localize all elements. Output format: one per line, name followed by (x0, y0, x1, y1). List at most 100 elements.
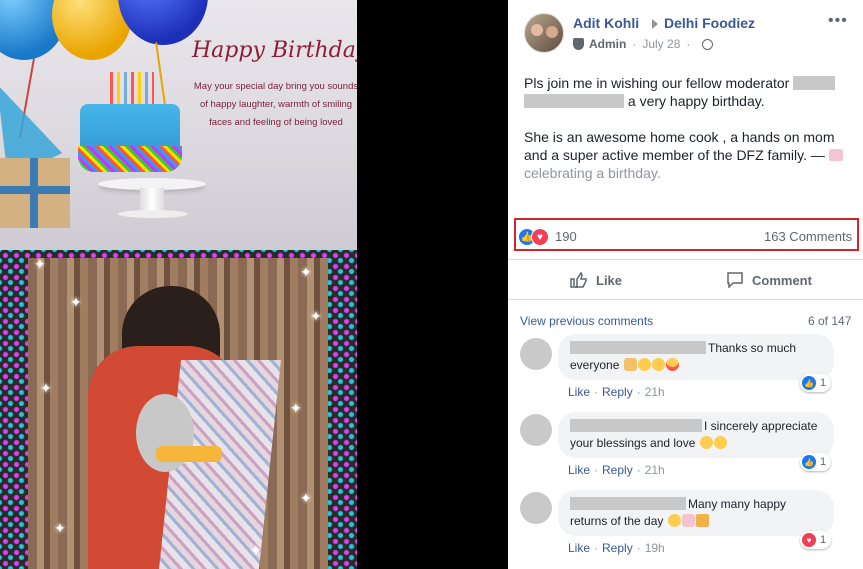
cake-sprinkles (78, 146, 182, 172)
paragraph1-end: a very happy birthday. (627, 93, 765, 109)
comment-like-link[interactable]: Like (568, 463, 590, 477)
commenter-avatar[interactable] (520, 414, 552, 446)
comment-button-label: Comment (752, 272, 812, 288)
party-popper-icon (695, 514, 709, 527)
like-reaction-icon: 👍 (802, 455, 816, 469)
sparkle-icon: ✦ (300, 490, 312, 506)
comment-time[interactable]: 21h (645, 463, 665, 477)
comment-like-link[interactable]: Like (568, 385, 590, 399)
comment-bubble: Many many happy returns of the day (558, 490, 834, 536)
author-avatar[interactable] (524, 13, 564, 53)
comment-reaction-count: 1 (820, 534, 827, 546)
actions-separator: · (636, 463, 641, 477)
paragraph2-text: She is an awesome home cook , a hands on… (524, 129, 835, 163)
divider (508, 299, 863, 300)
comment-actions: Like · Reply · 21h (568, 385, 665, 399)
love-reaction-icon[interactable]: ♥ (531, 228, 549, 246)
tears-of-joy-icon (637, 358, 651, 371)
commenter-avatar[interactable] (520, 338, 552, 370)
actions-separator: · (594, 541, 599, 555)
gift-box (0, 158, 70, 228)
sparkle-icon: ✦ (70, 294, 82, 310)
feeling-text[interactable]: celebrating a birthday. (524, 165, 661, 181)
comment-time[interactable]: 19h (645, 541, 665, 555)
sparkle-icon: ✦ (290, 400, 302, 416)
like-button[interactable]: Like (570, 265, 622, 295)
post-date[interactable]: July 28 (642, 37, 680, 51)
post-meta: Admin · July 28 · (573, 36, 714, 52)
view-previous-comments-link[interactable]: View previous comments (520, 314, 653, 328)
post-paragraph-2: She is an awesome home cook , a hands on… (524, 128, 854, 182)
comment-bubble: Thanks so much everyone (558, 334, 834, 380)
redacted-commenter-name[interactable] (570, 341, 706, 354)
greeting-text: May your special day bring you sounds of… (193, 81, 357, 128)
balloon-ribbon (155, 42, 167, 112)
sparkle-icon: ✦ (40, 380, 52, 396)
comments-pagination: 6 of 147 (808, 314, 852, 328)
sparkle-icon: ✦ (250, 542, 262, 558)
post-panel: Adit Kohli Delhi Foodiez ••• Admin · Jul… (508, 0, 863, 569)
greeting-title: Happy Birthday! (192, 38, 357, 63)
more-dots-icon[interactable]: ••• (828, 12, 848, 30)
sparkle-icon: ✦ (310, 308, 322, 324)
commenter-avatar[interactable] (520, 492, 552, 524)
comment-bubble-icon (727, 272, 743, 288)
birthday-card-image: Happy Birthday! May your special day bri… (0, 0, 357, 250)
actions-separator: · (594, 463, 599, 477)
meta-separator: · (632, 37, 637, 51)
post-media[interactable]: Happy Birthday! May your special day bri… (0, 0, 357, 569)
comment-button[interactable]: Comment (726, 265, 812, 295)
smiling-face-icon (699, 436, 713, 449)
tears-of-joy-icon (651, 358, 665, 371)
comment-reaction-badge[interactable]: 👍 1 (800, 374, 832, 392)
folded-hands-icon (623, 358, 637, 371)
admin-badge: Admin (589, 37, 627, 51)
sparkle-icon: ✦ (54, 520, 66, 536)
comment-reaction-badge[interactable]: ♥ 1 (800, 531, 832, 549)
reaction-count[interactable]: 190 (555, 229, 577, 244)
cake-stand-base (118, 210, 188, 218)
comment-actions: Like · Reply · 21h (568, 463, 665, 477)
comment-actions: Like · Reply · 19h (568, 541, 665, 555)
screen: Happy Birthday! May your special day bri… (0, 0, 863, 569)
actions-separator: · (594, 385, 599, 399)
comment-reply-link[interactable]: Reply (602, 463, 633, 477)
actions-separator: · (636, 385, 641, 399)
divider (508, 259, 863, 260)
redacted-commenter-name[interactable] (570, 419, 702, 432)
comment-reaction-badge[interactable]: 👍 1 (800, 453, 832, 471)
post-paragraph-1: Pls join me in wishing our fellow modera… (524, 74, 854, 110)
comment-time[interactable]: 21h (645, 385, 665, 399)
candles (110, 72, 154, 106)
comments-count[interactable]: 163 Comments (764, 229, 852, 244)
sparkle-icon: ✦ (300, 264, 312, 280)
globe-icon[interactable] (702, 38, 714, 50)
serving-plate (156, 446, 222, 462)
triangle-right-icon (652, 19, 658, 29)
redacted-name (524, 94, 624, 108)
heart-eyes-icon (665, 358, 679, 371)
meta-separator: · (686, 37, 691, 51)
comment-bubble: I sincerely appreciate your blessings an… (558, 412, 834, 458)
author-name[interactable]: Adit Kohli (573, 15, 639, 31)
group-name[interactable]: Delhi Foodiez (664, 15, 755, 31)
shield-icon (573, 38, 584, 50)
like-reaction-icon: 👍 (802, 376, 816, 390)
thumbs-up-icon (570, 272, 587, 288)
comment-reply-link[interactable]: Reply (602, 541, 633, 555)
comment-reaction-count: 1 (820, 377, 827, 389)
redacted-name (793, 76, 836, 90)
redacted-commenter-name[interactable] (570, 497, 686, 510)
post-text: Pls join me in wishing our fellow modera… (524, 74, 854, 200)
party-face-icon (667, 514, 681, 527)
comment-reaction-count: 1 (820, 456, 827, 468)
paragraph1-start: Pls join me in wishing our fellow modera… (524, 75, 790, 91)
portrait-photo: ✦ ✦ ✦ ✦ ✦ ✦ ✦ ✦ ✦ (0, 250, 357, 569)
comment-like-link[interactable]: Like (568, 541, 590, 555)
smiling-face-icon (713, 436, 727, 449)
actions-separator: · (636, 541, 641, 555)
like-button-label: Like (596, 272, 623, 288)
birthday-cake-icon (681, 514, 695, 527)
comment-reply-link[interactable]: Reply (602, 385, 633, 399)
sparkle-icon: ✦ (34, 256, 46, 272)
